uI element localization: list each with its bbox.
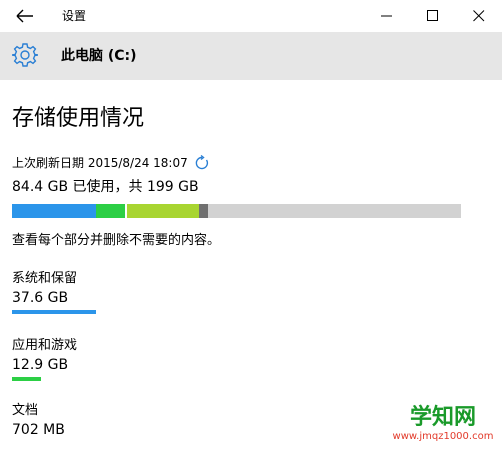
category-amount: 37.6 GB — [12, 290, 69, 306]
category-bar — [12, 310, 96, 314]
category-apps[interactable]: 应用和游戏 12.9 GB — [12, 337, 77, 381]
category-system[interactable]: 系统和保留 37.6 GB — [12, 270, 96, 314]
maximize-button[interactable] — [410, 0, 456, 32]
title-bar: 设置 — [0, 0, 502, 32]
category-documents[interactable]: 文档 702 MB — [12, 402, 65, 439]
watermark-url: www.jmqz1000.com — [392, 431, 494, 442]
category-label: 系统和保留 — [12, 271, 78, 286]
bar-segment-documents — [127, 204, 199, 218]
page-title: 此电脑 (C:) — [61, 48, 137, 64]
refresh-icon[interactable] — [194, 154, 210, 171]
close-button[interactable] — [456, 0, 502, 32]
storage-usage-bar — [12, 204, 461, 218]
bar-segment-system — [12, 204, 96, 218]
section-heading: 存储使用情况 — [12, 106, 145, 131]
maximize-icon — [427, 10, 438, 21]
watermark-logo-text: 学知网 — [409, 405, 476, 430]
category-bar — [12, 377, 41, 381]
bar-segment-apps — [96, 204, 125, 218]
category-label: 应用和游戏 — [12, 338, 78, 353]
usage-summary: 84.4 GB 已使用，共 199 GB — [12, 179, 199, 195]
category-amount: 702 MB — [12, 422, 65, 438]
page-header: 此电脑 (C:) — [0, 32, 502, 80]
back-arrow-icon[interactable] — [14, 6, 36, 26]
watermark: 学知网 www.jmqz1000.com — [388, 405, 498, 443]
storage-description: 查看每个部分并删除不需要的内容。 — [12, 233, 221, 248]
gear-icon — [11, 42, 39, 68]
window-title: 设置 — [62, 9, 87, 23]
minimize-icon — [381, 15, 392, 17]
last-refresh-label: 上次刷新日期 2015/8/24 18:07 — [12, 156, 188, 170]
close-icon — [473, 10, 485, 22]
category-amount: 12.9 GB — [12, 357, 69, 373]
category-label: 文档 — [12, 403, 39, 418]
bar-segment-other — [199, 204, 208, 218]
minimize-button[interactable] — [364, 0, 410, 32]
